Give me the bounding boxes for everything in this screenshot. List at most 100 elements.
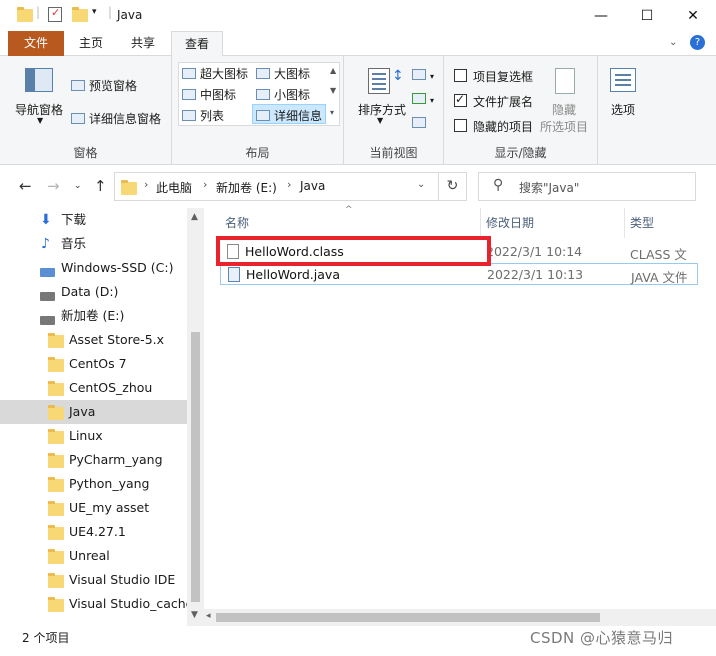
preview-pane-button[interactable]: 预览窗格 [71, 77, 137, 94]
chevron-down-icon[interactable]: ⌄ [417, 179, 425, 190]
breadcrumb-drive-e[interactable]: 新加卷 (E:) [216, 179, 277, 196]
breadcrumb-separator-icon[interactable]: › [144, 178, 148, 191]
gallery-scroll-down-icon[interactable]: ▼ [330, 86, 336, 95]
column-divider[interactable] [480, 208, 481, 238]
medium-icons-icon [182, 89, 196, 100]
breadcrumb-this-pc[interactable]: 此电脑 [156, 179, 192, 196]
column-header-name[interactable]: 名称 [225, 214, 249, 231]
medium-icons-label: 中图标 [200, 88, 237, 102]
column-header-modified[interactable]: 修改日期 [486, 214, 534, 231]
scroll-left-icon[interactable]: ◂ [206, 611, 211, 621]
file-list-horizontal-scrollbar[interactable]: ◂ [204, 609, 716, 626]
small-icons-icon [256, 89, 270, 100]
sidebar-item-label: 音乐 [61, 236, 87, 251]
folder-icon [48, 597, 64, 612]
sidebar-item-label: Visual Studio IDE [69, 572, 176, 587]
scrollbar-thumb[interactable] [191, 332, 200, 602]
sidebar-item-python-yang[interactable]: Python_yang [0, 472, 187, 496]
back-arrow-icon[interactable]: ← [19, 177, 32, 195]
customize-quick-access-icon[interactable]: ▾ [92, 7, 97, 17]
file-row[interactable]: HelloWord.java 2022/3/1 10:13 JAVA 文件 [220, 263, 698, 285]
search-icon: ⚲ [493, 177, 504, 193]
sidebar-item-linux[interactable]: Linux [0, 424, 187, 448]
extra-large-icons-icon [182, 68, 196, 79]
options-button[interactable]: 选项 [611, 101, 635, 118]
minimize-button[interactable]: — [578, 0, 624, 31]
sidebar-item-java[interactable]: Java [0, 400, 187, 424]
drive-icon [40, 285, 55, 304]
search-input[interactable]: ⚲ 搜索"Java" [478, 172, 696, 201]
address-bar[interactable]: › 此电脑 › 新加卷 (E:) › Java ⌄ [114, 172, 439, 201]
file-modified: 2022/3/1 10:13 [487, 267, 584, 282]
watermark: CSDN @心猿意马归 [530, 629, 674, 647]
preview-pane-icon [71, 80, 85, 91]
sidebar-item-downloads[interactable]: ⬇ 下载 [0, 208, 187, 232]
small-icons-option[interactable]: 小图标 [256, 86, 310, 103]
hide-selected-label-1[interactable]: 隐藏 [552, 101, 576, 118]
properties-icon[interactable]: ✓ [48, 6, 62, 22]
details-pane-button[interactable]: 详细信息窗格 [71, 110, 161, 127]
extra-large-icons-option[interactable]: 超大图标 [182, 65, 248, 82]
details-option[interactable]: 详细信息 [252, 104, 326, 124]
navigation-pane-icon [25, 68, 53, 92]
size-columns-icon[interactable] [412, 116, 430, 130]
minimize-ribbon-icon[interactable]: ⌄ [669, 37, 677, 48]
sidebar-item-pycharm-yang[interactable]: PyCharm_yang [0, 448, 187, 472]
sidebar-item-label: CentOs 7 [69, 356, 127, 371]
sidebar-item-centos-zhou[interactable]: CentOS_zhou [0, 376, 187, 400]
preview-pane-label: 预览窗格 [89, 79, 138, 93]
sidebar-item-visual-studio-cache[interactable]: Visual Studio_cache [0, 592, 187, 616]
sidebar-item-drive-c[interactable]: Windows-SSD (C:) [0, 256, 187, 280]
file-list: ^ 名称 修改日期 类型 HelloWord.class 2022/3/1 10… [204, 205, 716, 626]
sidebar-item-unreal[interactable]: Unreal [0, 544, 187, 568]
column-divider[interactable] [624, 208, 625, 238]
gallery-scroll-up-icon[interactable]: ▲ [330, 66, 336, 75]
close-button[interactable]: ✕ [670, 0, 716, 31]
scroll-up-icon[interactable]: ▲ [191, 212, 198, 222]
dropdown-arrow-icon[interactable]: ▼ [377, 116, 383, 125]
breadcrumb-java[interactable]: Java [300, 179, 325, 193]
tab-view[interactable]: 查看 [171, 31, 223, 57]
sidebar-item-asset-store[interactable]: Asset Store-5.x [0, 328, 187, 352]
sidebar-scrollbar[interactable]: ▲ ▼ [187, 208, 204, 626]
recent-locations-icon[interactable]: ⌄ [74, 181, 82, 191]
large-icons-option[interactable]: 大图标 [256, 65, 310, 82]
hide-selected-label-2[interactable]: 所选项目 [540, 118, 588, 135]
scroll-down-icon[interactable]: ▼ [191, 610, 198, 620]
tab-home[interactable]: 主页 [68, 31, 114, 56]
file-extensions-checkbox[interactable] [454, 92, 467, 107]
tab-share[interactable]: 共享 [120, 31, 166, 56]
sidebar-item-ue4271[interactable]: UE4.27.1 [0, 520, 187, 544]
medium-icons-option[interactable]: 中图标 [182, 86, 236, 103]
navigation-pane: ⬇ 下载 ♪ 音乐 Windows-SSD (C:) Data (D:) 新加卷… [0, 208, 203, 626]
details-label: 详细信息 [274, 109, 323, 123]
breadcrumb-separator-icon[interactable]: › [203, 178, 207, 191]
hidden-items-checkbox[interactable] [454, 119, 467, 132]
scrollbar-thumb[interactable] [216, 613, 600, 622]
up-arrow-icon[interactable]: ↑ [94, 177, 107, 195]
new-folder-icon[interactable] [72, 7, 88, 22]
sidebar-item-label: 下载 [61, 212, 87, 227]
breadcrumb-separator-icon[interactable]: › [287, 178, 291, 191]
forward-arrow-icon[interactable]: → [47, 177, 60, 195]
refresh-button[interactable]: ↻ [439, 172, 467, 201]
help-icon[interactable]: ? [690, 35, 705, 50]
sidebar-item-label: Visual Studio_cache [69, 596, 187, 611]
sidebar-item-music[interactable]: ♪ 音乐 [0, 232, 187, 256]
add-columns-icon[interactable]: ▾ [412, 92, 434, 106]
dropdown-arrow-icon[interactable]: ▼ [37, 116, 43, 125]
sidebar-item-drive-d[interactable]: Data (D:) [0, 280, 187, 304]
folder-icon [48, 333, 64, 348]
column-header-type[interactable]: 类型 [630, 214, 654, 231]
sidebar-item-ue-my-asset[interactable]: UE_my asset [0, 496, 187, 520]
sidebar-item-drive-e[interactable]: 新加卷 (E:) [0, 304, 187, 328]
tab-file[interactable]: 文件 [8, 31, 64, 56]
sidebar-item-centos7[interactable]: CentOs 7 [0, 352, 187, 376]
item-checkboxes-checkbox[interactable] [454, 69, 467, 82]
group-by-icon[interactable]: ▾ [412, 68, 434, 82]
hide-selected-icon [555, 68, 575, 94]
sidebar-item-visual-studio-ide[interactable]: Visual Studio IDE [0, 568, 187, 592]
gallery-expand-icon[interactable]: ▾ [330, 108, 334, 117]
list-option[interactable]: 列表 [182, 107, 224, 124]
maximize-button[interactable]: ☐ [624, 0, 670, 31]
